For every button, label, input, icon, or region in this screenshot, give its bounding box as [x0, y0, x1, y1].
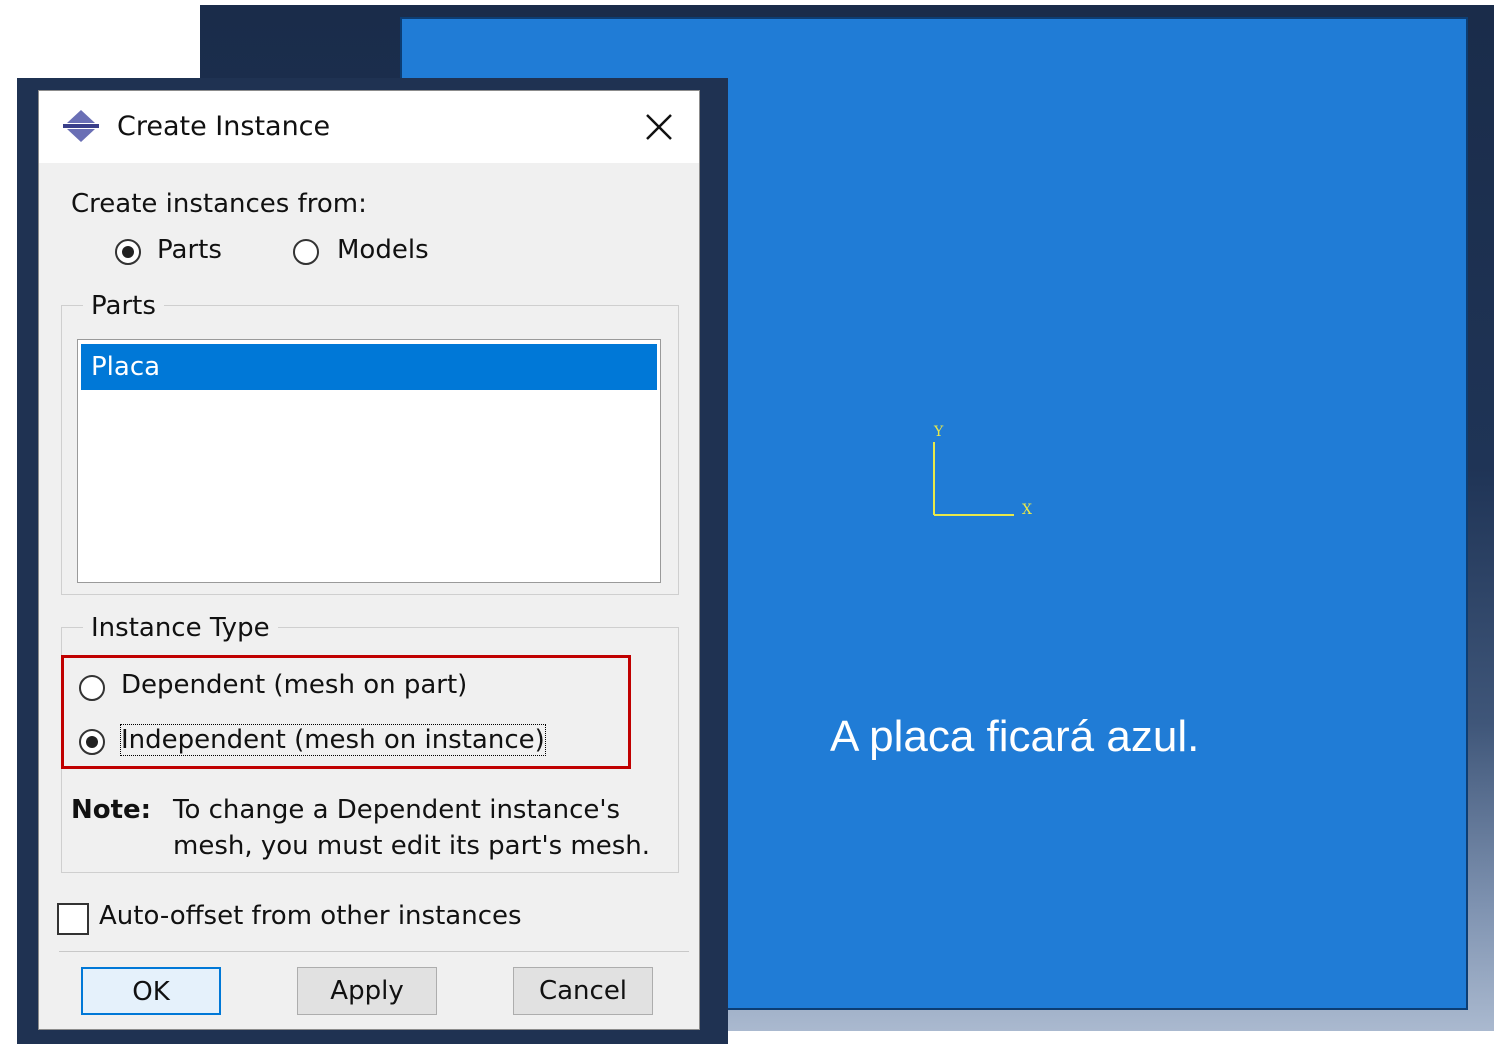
ok-button[interactable]: OK [81, 967, 221, 1015]
dependent-radio[interactable] [79, 675, 105, 701]
caption-text: A placa ficará azul. [830, 712, 1200, 761]
abaqus-instance-icon [63, 110, 99, 142]
dialog-title: Create Instance [117, 111, 331, 142]
note-line-2: mesh, you must edit its part's mesh. [173, 831, 651, 861]
parts-radio[interactable] [115, 239, 141, 265]
button-separator [59, 951, 689, 952]
list-item-placa[interactable]: Placa [81, 344, 657, 390]
triad-y-label: Y [933, 424, 944, 440]
parts-radio-label[interactable]: Parts [157, 235, 222, 265]
triad-x-label: X [1022, 502, 1032, 518]
dialog-titlebar[interactable]: Create Instance [39, 91, 699, 163]
create-from-label: Create instances from: [71, 189, 367, 219]
cancel-button[interactable]: Cancel [513, 967, 653, 1015]
note-line-1: To change a Dependent instance's [173, 795, 621, 825]
close-icon[interactable] [637, 105, 681, 149]
create-instance-dialog: Create Instance Create instances from: P… [38, 90, 700, 1030]
dependent-radio-label[interactable]: Dependent (mesh on part) [121, 670, 467, 700]
models-radio[interactable] [293, 239, 319, 265]
apply-button[interactable]: Apply [297, 967, 437, 1015]
note-label: Note: [71, 795, 152, 825]
models-radio-label[interactable]: Models [337, 235, 429, 265]
coordinate-triad: Y X [933, 424, 1032, 518]
independent-radio-label[interactable]: Independent (mesh on instance) [120, 724, 546, 756]
instance-type-title: Instance Type [83, 613, 278, 643]
parts-listbox[interactable]: Placa [77, 339, 661, 583]
independent-radio[interactable] [79, 729, 105, 755]
auto-offset-checkbox[interactable] [57, 903, 89, 935]
parts-group-title: Parts [83, 291, 164, 321]
auto-offset-label[interactable]: Auto-offset from other instances [99, 901, 522, 931]
